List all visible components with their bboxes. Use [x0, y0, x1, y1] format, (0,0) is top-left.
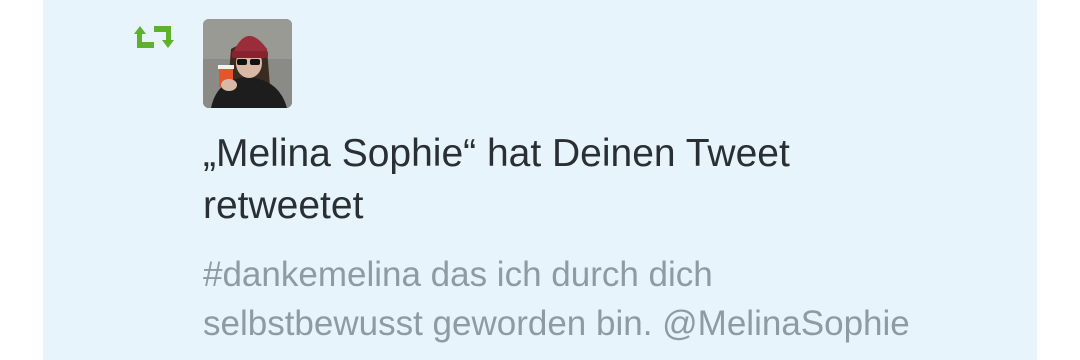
tweet-line-2: selbstbewusst geworden bin. @MelinaSophi… — [203, 304, 910, 343]
headline-line-1: „Melina Sophie“ hat Deinen Tweet — [203, 132, 790, 175]
tweet-text[interactable]: #dankemelina das ich durch dich selbstbe… — [203, 250, 1003, 348]
headline-line-2: retweetet — [203, 184, 364, 227]
notification-headline: „Melina Sophie“ hat Deinen Tweet retweet… — [203, 128, 1003, 232]
retweet-icon — [134, 24, 174, 50]
user-avatar[interactable] — [203, 19, 292, 108]
tweet-line-1: #dankemelina das ich durch dich — [203, 255, 713, 294]
